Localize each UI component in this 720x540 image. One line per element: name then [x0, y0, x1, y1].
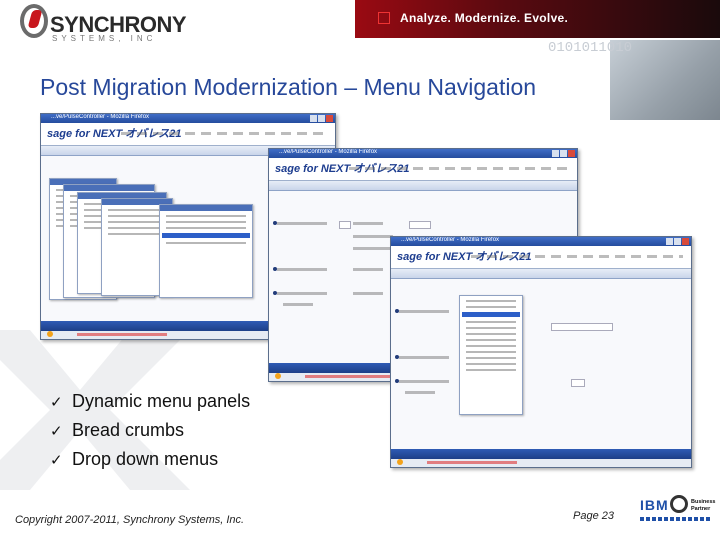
at-icon — [670, 495, 688, 513]
logo-subtitle: SYSTEMS, INC — [52, 34, 157, 43]
page-number: Page 23 — [573, 510, 614, 522]
bullet-item: ✓ Drop down menus — [50, 448, 250, 477]
bullet-item: ✓ Dynamic menu panels — [50, 390, 250, 419]
arrow-box-icon — [378, 12, 390, 24]
breadcrumb — [391, 269, 691, 279]
slide-title: Post Migration Modernization – Menu Navi… — [40, 74, 537, 100]
tagline: Analyze. Modernize. Evolve. — [400, 11, 569, 25]
app-window-3: ...ve/PulseController - Mozilla Firefox … — [390, 236, 692, 468]
check-icon: ✓ — [50, 452, 63, 469]
dropdown-menu — [459, 295, 523, 415]
binary-decoration: 0101011010 — [548, 40, 633, 56]
check-icon: ✓ — [50, 423, 63, 440]
ibm-business-partner-logo: IBM Business Partner — [640, 495, 715, 525]
bullet-item: ✓ Bread crumbs — [50, 419, 250, 448]
check-icon: ✓ — [50, 394, 63, 411]
copyright: Copyright 2007-2011, Synchrony Systems, … — [15, 514, 245, 526]
breadcrumb — [269, 181, 577, 191]
feature-list: ✓ Dynamic menu panels ✓ Bread crumbs ✓ Drop… — [50, 390, 250, 477]
